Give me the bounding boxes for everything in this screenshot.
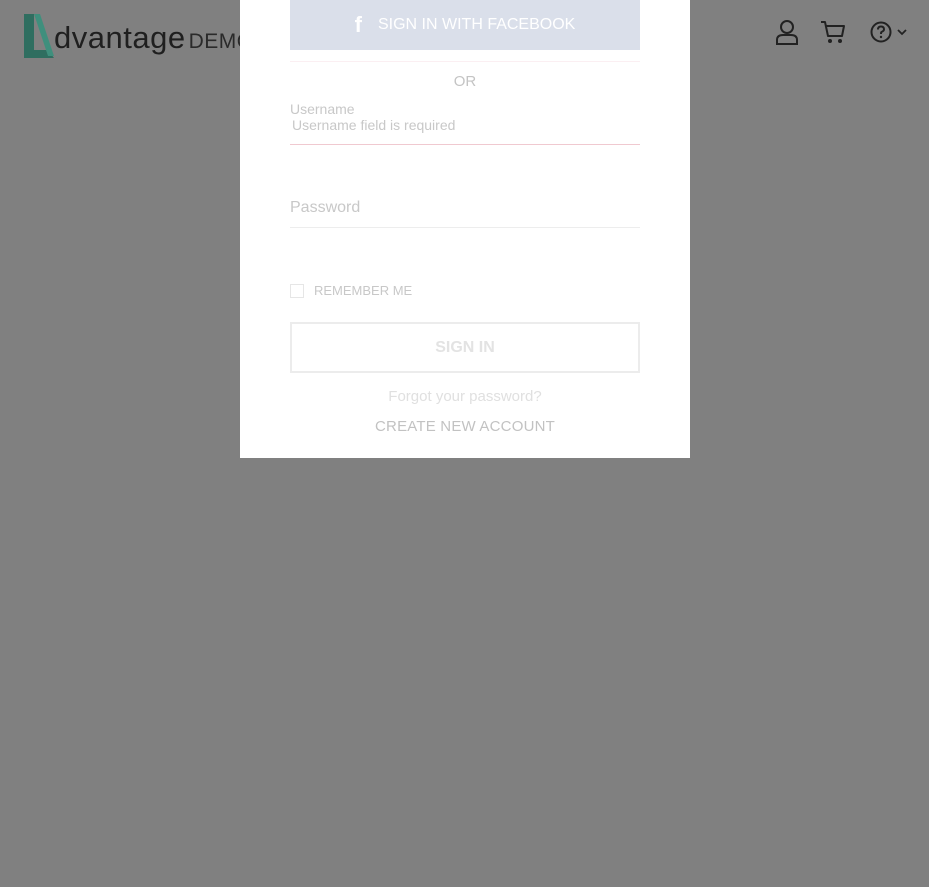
remember-me-label: REMEMBER ME [314, 283, 413, 298]
username-label: Username [290, 101, 355, 117]
remember-me[interactable]: REMEMBER ME [290, 283, 412, 298]
remember-me-checkbox[interactable] [290, 283, 304, 298]
advantage-logo[interactable]: dvantage DEMO [22, 8, 254, 58]
create-account-link[interactable]: CREATE NEW ACCOUNT [240, 418, 690, 435]
facebook-button-label: SIGN IN WITH FACEBOOK [377, 16, 576, 33]
sign-in-button[interactable]: SIGN IN [290, 322, 640, 373]
cart-icon[interactable] [819, 18, 847, 46]
header-icons [773, 18, 907, 46]
login-modal: f SIGN IN WITH FACEBOOK OR Username User… [240, 0, 690, 458]
logo-word: dvantage [54, 20, 186, 55]
forgot-password-link[interactable]: Forgot your password? [240, 388, 690, 405]
logo-mark-icon [22, 12, 56, 58]
or-separator: OR [453, 73, 477, 90]
user-icon[interactable] [773, 18, 801, 46]
divider-line [290, 61, 640, 62]
facebook-sign-in-button[interactable]: f SIGN IN WITH FACEBOOK [290, 0, 640, 50]
facebook-icon: f [354, 12, 362, 37]
help-icon[interactable] [867, 18, 895, 46]
username-error: Username field is required [292, 117, 456, 133]
password-label: Password [290, 199, 361, 216]
page-root: dvantage DEMO f SIGN IN WITH FACEBOOK OR… [0, 0, 929, 887]
help-menu[interactable] [867, 18, 907, 46]
password-field[interactable]: Password [290, 196, 640, 228]
chevron-down-icon[interactable] [897, 28, 907, 36]
username-field[interactable]: Username Username field is required [290, 101, 640, 145]
